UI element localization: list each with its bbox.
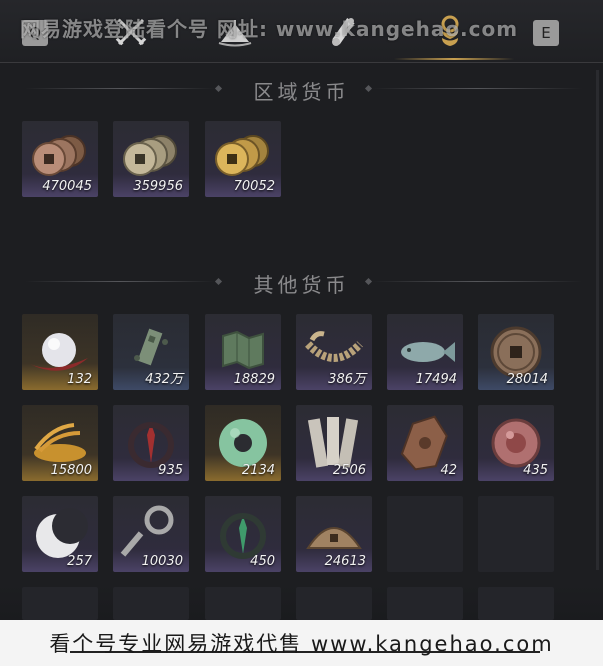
empty-slot	[296, 587, 372, 620]
scrollbar[interactable]	[596, 70, 599, 570]
scroll-icon[interactable]	[325, 14, 361, 50]
prev-tab-key[interactable]: Q	[22, 20, 48, 46]
currency-slot[interactable]: 257	[22, 496, 98, 572]
currency-slot[interactable]: 17494	[387, 314, 463, 390]
coin-stack-icon[interactable]	[432, 14, 468, 50]
currency-slot[interactable]: 432万	[113, 314, 189, 390]
footer-text: 看个号专业网易游戏代售 www.kangehao.com	[49, 632, 554, 656]
currency-slot[interactable]: 435	[478, 405, 554, 481]
currency-amount: 386万	[328, 372, 366, 387]
currency-amount: 450	[250, 554, 275, 569]
empty-slot	[387, 496, 463, 572]
currency-amount: 435	[523, 463, 548, 478]
currency-slot[interactable]: 386万	[296, 314, 372, 390]
currency-amount: 132	[67, 372, 92, 387]
currency-amount: 70052	[233, 179, 275, 194]
empty-slot	[478, 496, 554, 572]
footer-banner: 看个号专业网易游戏代售 www.kangehao.com	[0, 620, 603, 666]
active-tab-indicator	[394, 58, 514, 60]
currency-amount: 2134	[241, 463, 275, 478]
currency-slot[interactable]: 470045	[22, 121, 98, 197]
currency-amount: 42	[440, 463, 457, 478]
empty-slot	[478, 587, 554, 620]
bamboo-hat-icon[interactable]	[217, 14, 253, 50]
next-tab-key[interactable]: E	[533, 20, 559, 46]
empty-slot	[205, 587, 281, 620]
currency-amount: 432万	[145, 372, 183, 387]
currency-amount: 257	[67, 554, 92, 569]
empty-slot	[113, 587, 189, 620]
section-divider-right	[372, 281, 582, 282]
currency-amount: 18829	[233, 372, 275, 387]
currency-slot[interactable]: 2134	[205, 405, 281, 481]
currency-slot[interactable]: 42	[387, 405, 463, 481]
currency-slot[interactable]: 10030	[113, 496, 189, 572]
currency-amount: 15800	[50, 463, 92, 478]
currency-slot[interactable]: 18829	[205, 314, 281, 390]
currency-amount: 17494	[415, 372, 457, 387]
regional-currency-title: 区域货币	[253, 80, 350, 104]
currency-slot[interactable]: 24613	[296, 496, 372, 572]
currency-amount: 470045	[42, 179, 92, 194]
currency-slot[interactable]: 935	[113, 405, 189, 481]
empty-slot	[387, 587, 463, 620]
empty-slot	[22, 587, 98, 620]
currency-slot[interactable]: 15800	[22, 405, 98, 481]
top-tab-bar: Q E	[0, 0, 603, 63]
currency-amount: 28014	[506, 372, 548, 387]
currency-slot[interactable]: 132	[22, 314, 98, 390]
currency-slot[interactable]: 28014	[478, 314, 554, 390]
currency-amount: 359956	[133, 179, 183, 194]
currency-amount: 24613	[324, 554, 366, 569]
crossed-swords-icon[interactable]	[113, 14, 149, 50]
currency-amount: 10030	[141, 554, 183, 569]
currency-slot[interactable]: 359956	[113, 121, 189, 197]
currency-slot[interactable]: 2506	[296, 405, 372, 481]
currency-slot[interactable]: 70052	[205, 121, 281, 197]
currency-slot[interactable]: 450	[205, 496, 281, 572]
currency-amount: 935	[158, 463, 183, 478]
other-currency-title: 其他货币	[253, 273, 350, 297]
currency-amount: 2506	[332, 463, 366, 478]
section-divider-right	[372, 88, 582, 89]
